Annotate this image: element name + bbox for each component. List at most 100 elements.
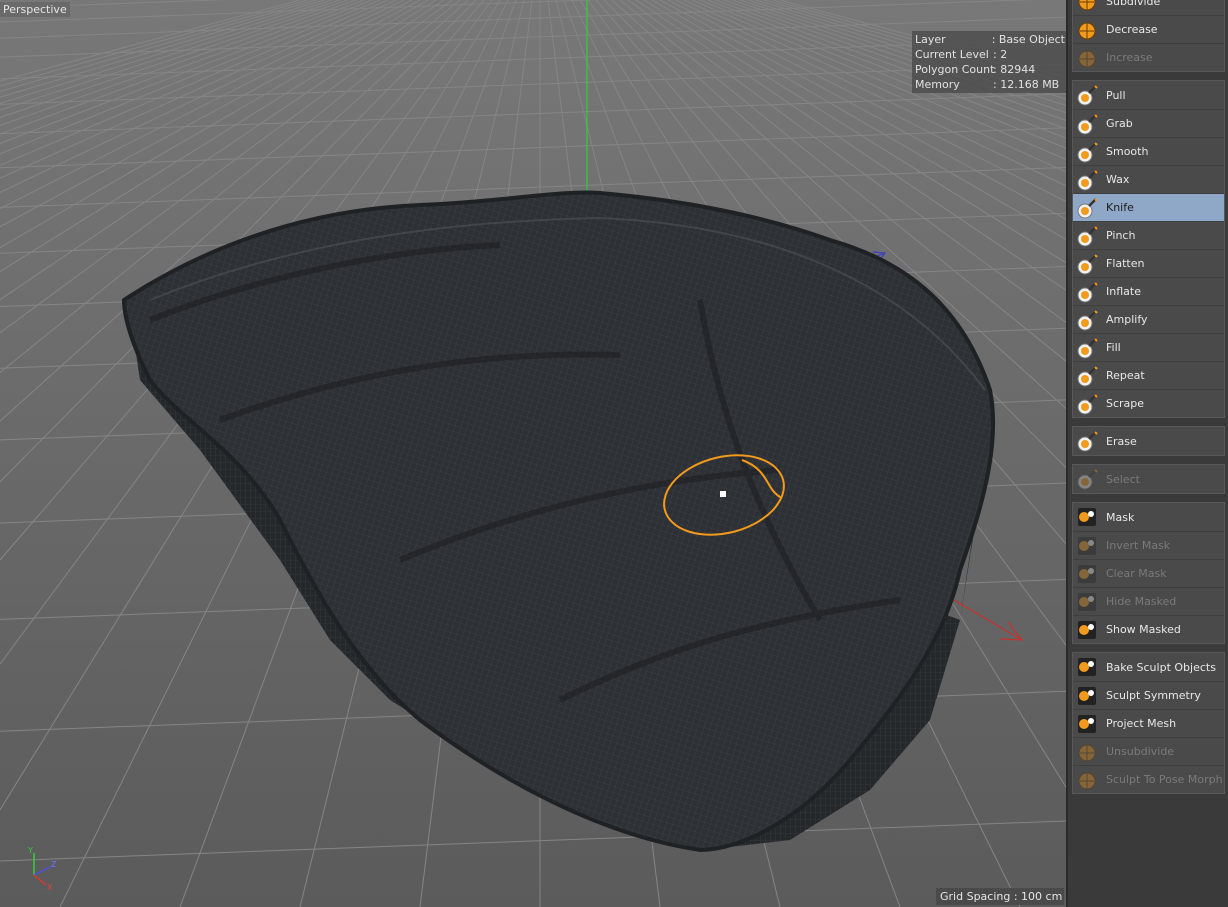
button-icon-wrap [1076, 393, 1098, 415]
hide-masked-button[interactable]: Hide Masked [1073, 587, 1224, 615]
pull-button[interactable]: Pull [1073, 81, 1224, 109]
mask-brush-icon [1078, 508, 1096, 526]
inflate-brush-icon [1077, 281, 1098, 302]
button-icon-wrap [1076, 0, 1098, 12]
fill-button[interactable]: Fill [1073, 333, 1224, 361]
smooth-brush-icon [1077, 141, 1098, 162]
sculpt-to-pose-morph-button[interactable]: Sculpt To Pose Morph [1073, 765, 1224, 793]
select-button[interactable]: Select [1073, 465, 1224, 493]
invert-mask-button[interactable]: Invert Mask [1073, 531, 1224, 559]
brush-group: Pull Grab Smooth Wax Knife Pinch Flatten Inflat… [1072, 80, 1225, 418]
button-label: Select [1106, 472, 1140, 486]
unsubdivide-button[interactable]: Unsubdivide [1073, 737, 1224, 765]
bake-sculpt-objects-button[interactable]: Bake Sculpt Objects [1073, 653, 1224, 681]
subdivide-button[interactable]: Subdivide [1073, 0, 1224, 15]
button-icon-wrap [1076, 281, 1098, 303]
fill-brush-icon [1077, 337, 1098, 358]
wax-brush-icon [1077, 169, 1098, 190]
decrease-icon [1078, 22, 1096, 39]
viewport-name-label[interactable]: Perspective [0, 2, 70, 17]
hud-value: : 12.168 MB [993, 78, 1060, 91]
button-icon-wrap [1076, 713, 1098, 735]
show-masked-button[interactable]: Show Masked [1073, 615, 1224, 643]
hud-key: Polygon Count [915, 63, 995, 76]
button-label: Fill [1106, 341, 1121, 354]
knife-brush-icon [1077, 197, 1098, 218]
hud-info-panel: Layer: Base Object Current Level: 2 Poly… [912, 31, 1066, 93]
button-label: Increase [1106, 51, 1153, 64]
smooth-button[interactable]: Smooth [1073, 137, 1224, 165]
button-label: Clear Mask [1106, 567, 1167, 580]
button-icon-wrap [1076, 506, 1098, 528]
sculpt-tools-panel: Subdivide Decrease Increase Pull Grab Smooth… [1066, 0, 1228, 907]
sculpt-symmetry-button[interactable]: Sculpt Symmetry [1073, 681, 1224, 709]
amplify-brush-icon [1077, 309, 1098, 330]
button-icon-wrap [1076, 468, 1098, 490]
repeat-button[interactable]: Repeat [1073, 361, 1224, 389]
unsubdivide-icon [1078, 744, 1096, 761]
button-label: Smooth [1106, 145, 1149, 158]
button-label: Show Masked [1106, 623, 1181, 636]
button-icon-wrap [1076, 253, 1098, 275]
flatten-button[interactable]: Flatten [1073, 249, 1224, 277]
flatten-brush-icon [1077, 253, 1098, 274]
axis-z-label: Z [51, 860, 57, 869]
pull-brush-icon [1077, 85, 1098, 106]
grab-brush-icon [1077, 113, 1098, 134]
button-icon-wrap [1076, 685, 1098, 707]
grab-button[interactable]: Grab [1073, 109, 1224, 137]
amplify-button[interactable]: Amplify [1073, 305, 1224, 333]
button-label: Repeat [1106, 369, 1145, 382]
button-label: Amplify [1106, 313, 1148, 326]
select-brush-icon [1077, 469, 1098, 490]
axis-x-label: X [47, 883, 53, 892]
erase-button[interactable]: Erase [1073, 427, 1224, 455]
sculpt-tools-group: Bake Sculpt Objects Sculpt Symmetry Projec… [1072, 652, 1225, 794]
button-icon-wrap [1076, 337, 1098, 359]
perspective-viewport[interactable]: Perspective Layer: Base Object Current L… [0, 0, 1066, 907]
button-label: Erase [1106, 434, 1137, 448]
button-icon-wrap [1076, 169, 1098, 191]
wax-button[interactable]: Wax [1073, 165, 1224, 193]
pose-morph-icon [1078, 772, 1096, 789]
button-icon-wrap [1076, 197, 1098, 219]
project-mesh-button[interactable]: Project Mesh [1073, 709, 1224, 737]
mask-button[interactable]: Mask [1073, 503, 1224, 531]
subdivide-group: Subdivide Decrease Increase [1072, 0, 1225, 72]
select-group: Select [1072, 464, 1225, 494]
erase-group: Erase [1072, 426, 1225, 456]
axis-gizmo-icon: Y Z X [27, 846, 57, 892]
hud-value: : 2 [993, 48, 1008, 61]
axis-y-label: Y [27, 846, 33, 855]
repeat-brush-icon [1077, 365, 1098, 386]
button-icon-wrap [1076, 535, 1098, 557]
hud-key: Current Level [915, 48, 989, 61]
hud-row-memory: Memory: 12.168 MB [915, 77, 1065, 92]
button-label: Project Mesh [1106, 717, 1177, 730]
mask-group: Mask Invert Mask Clear Mask Hide Masked Show… [1072, 502, 1225, 644]
hud-value: : Base Object [991, 33, 1065, 46]
button-label: Grab [1106, 117, 1133, 130]
decrease-button[interactable]: Decrease [1073, 15, 1224, 43]
pinch-button[interactable]: Pinch [1073, 221, 1224, 249]
knife-button[interactable]: Knife [1073, 193, 1224, 221]
scene-canvas[interactable] [0, 0, 1066, 907]
button-icon-wrap [1076, 84, 1098, 106]
pinch-brush-icon [1077, 225, 1098, 246]
button-label: Sculpt To Pose Morph [1106, 773, 1223, 786]
increase-button[interactable]: Increase [1073, 43, 1224, 71]
scrape-brush-icon [1077, 393, 1098, 414]
button-icon-wrap [1076, 225, 1098, 247]
clear-mask-icon [1078, 564, 1096, 583]
button-label: Sculpt Symmetry [1106, 689, 1201, 702]
scrape-button[interactable]: Scrape [1073, 389, 1224, 417]
button-label: Scrape [1106, 397, 1145, 410]
clear-mask-button[interactable]: Clear Mask [1073, 559, 1224, 587]
hud-row-current-level: Current Level : 2 [915, 47, 1065, 62]
button-label: Wax [1106, 173, 1130, 186]
inflate-button[interactable]: Inflate [1073, 277, 1224, 305]
button-label: Invert Mask [1106, 539, 1171, 552]
button-label: Subdivide [1106, 0, 1161, 8]
project-mesh-icon [1078, 714, 1096, 733]
button-label: Hide Masked [1106, 595, 1177, 608]
